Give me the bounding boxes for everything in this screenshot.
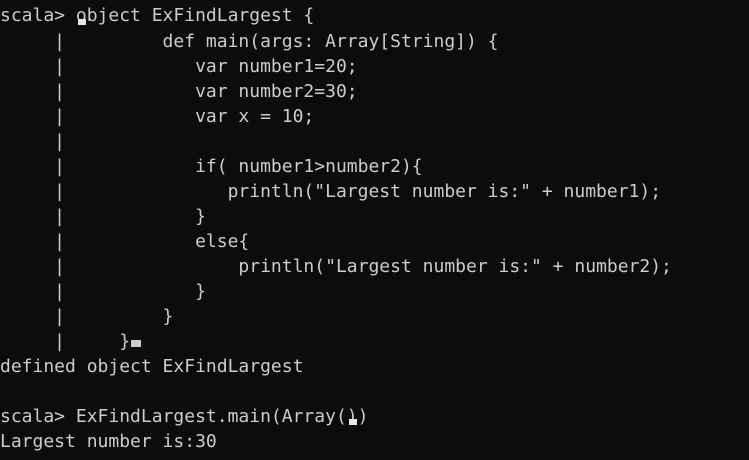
text-cursor-marker-icon <box>349 419 357 425</box>
terminal-line: | def main(args: Array[String]) { <box>0 31 499 52</box>
terminal-line: | } <box>0 281 206 302</box>
text-cursor-marker-icon <box>78 19 86 25</box>
terminal-line: | println("Largest number is:" + number2… <box>0 256 672 277</box>
terminal-line: scala> ExFindLargest.main(Array()) <box>0 406 369 427</box>
terminal-line: scala> object ExFindLargest { <box>0 5 315 26</box>
terminal-line: Largest number is:30 <box>0 431 217 452</box>
terminal-line: | println("Largest number is:" + number1… <box>0 181 662 202</box>
terminal-line: | } <box>0 306 174 327</box>
cursor-block-icon <box>131 340 142 347</box>
terminal-line: | <box>0 131 66 152</box>
terminal-window[interactable]: scala> object ExFindLargest { | def main… <box>0 0 749 460</box>
terminal-line: | var number1=20; <box>0 56 358 77</box>
terminal-line: | else{ <box>0 231 250 252</box>
terminal-line: | var number2=30; <box>0 81 358 102</box>
terminal-line: | } <box>0 329 142 354</box>
terminal-line: | var x = 10; <box>0 106 315 127</box>
terminal-line: defined object ExFindLargest <box>0 356 304 377</box>
terminal-line: | if( number1>number2){ <box>0 156 423 177</box>
terminal-line: | } <box>0 206 206 227</box>
